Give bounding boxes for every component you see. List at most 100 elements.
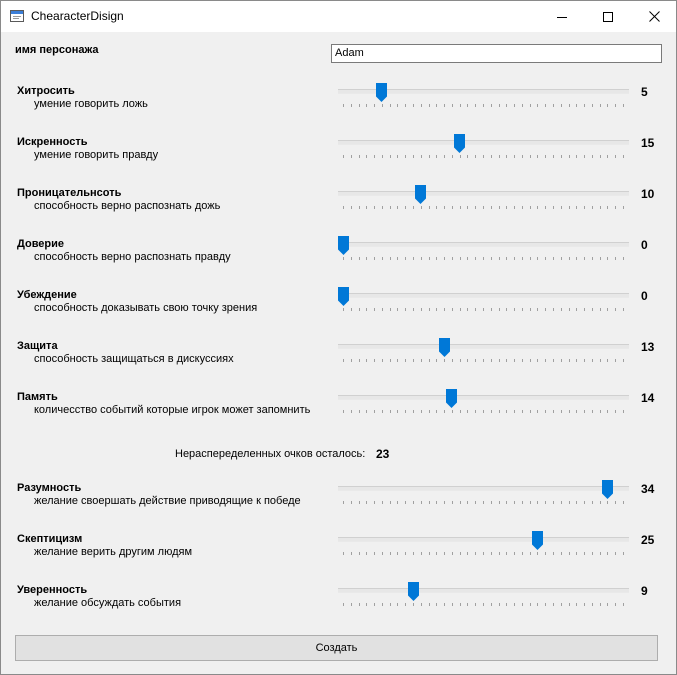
tick-mark	[490, 104, 492, 107]
slider-description: желание обсуждать события	[34, 597, 182, 609]
trackbar-hitrost[interactable]	[338, 79, 629, 109]
tick-mark	[599, 603, 601, 606]
tick-mark	[436, 206, 438, 209]
trackbar-pamyat[interactable]	[338, 385, 629, 415]
trackbar-thumb[interactable]	[446, 389, 458, 408]
tick-mark	[444, 308, 446, 311]
tick-mark	[389, 552, 391, 555]
tick-mark	[358, 308, 360, 311]
tick-mark	[475, 552, 477, 555]
close-button[interactable]	[631, 1, 677, 32]
tick-mark	[490, 308, 492, 311]
tick-mark	[475, 257, 477, 260]
tick-mark	[607, 206, 609, 209]
trackbar-thumb[interactable]	[415, 185, 427, 204]
tick-mark	[436, 257, 438, 260]
trackbar-thumb[interactable]	[454, 134, 466, 153]
trackbar-track	[338, 344, 629, 349]
tick-mark	[483, 155, 484, 158]
trackbar-thumb[interactable]	[601, 480, 613, 499]
tick-mark	[366, 552, 368, 555]
tick-mark	[623, 603, 624, 606]
tick-mark	[521, 104, 523, 107]
slider-title: Убеждение	[17, 289, 77, 301]
tick-mark	[444, 359, 446, 362]
trackbar-zaschita[interactable]	[338, 334, 629, 364]
tick-mark	[498, 410, 500, 413]
tick-mark	[420, 410, 422, 413]
tick-mark	[506, 308, 508, 311]
create-button[interactable]: Создать	[15, 635, 658, 661]
trackbar-ticks	[338, 104, 629, 109]
slider-row-zaschita: Защита способность защищаться в дискуссия…	[1, 338, 676, 380]
trackbar-thumb[interactable]	[531, 531, 543, 550]
tick-mark	[444, 206, 446, 209]
slider-row-pronicatelnost: Проницательнсоть способность верно распоз…	[1, 185, 676, 227]
minimize-button[interactable]	[539, 1, 585, 32]
trackbar-thumb[interactable]	[438, 338, 450, 357]
slider-description: способность доказывать свою точку зрения	[34, 302, 258, 314]
maximize-button[interactable]	[585, 1, 631, 32]
tick-mark	[498, 308, 500, 311]
trackbar-thumb[interactable]	[337, 236, 349, 255]
tick-mark	[490, 359, 492, 362]
tick-mark	[490, 552, 492, 555]
tick-mark	[553, 603, 554, 606]
trackbar-doverie[interactable]	[337, 232, 629, 262]
tick-mark	[529, 308, 531, 311]
tick-mark	[537, 308, 539, 311]
tick-mark	[397, 257, 399, 260]
tick-mark	[358, 104, 360, 107]
tick-mark	[405, 104, 407, 107]
tick-mark	[420, 155, 422, 158]
tick-mark	[374, 552, 376, 555]
title-bar[interactable]: ChearacterDisign	[1, 1, 676, 32]
tick-mark	[545, 359, 547, 362]
trackbar-ticks	[338, 206, 629, 211]
trackbar-iskrennost[interactable]	[338, 130, 629, 160]
tick-mark	[366, 308, 368, 311]
tick-mark	[350, 501, 352, 504]
tick-mark	[436, 603, 438, 606]
tick-mark	[506, 603, 508, 606]
tick-mark	[436, 410, 438, 413]
tick-mark	[607, 501, 609, 504]
remaining-points-value: 23	[376, 447, 390, 461]
tick-mark	[343, 410, 344, 413]
trackbar-ubezhdenie[interactable]	[337, 283, 629, 313]
tick-mark	[413, 552, 414, 555]
tick-mark	[483, 552, 484, 555]
tick-mark	[576, 501, 578, 504]
trackbar-thumb[interactable]	[376, 83, 388, 102]
character-name-input[interactable]: Adam	[331, 44, 662, 63]
tick-mark	[389, 410, 391, 413]
tick-mark	[576, 206, 578, 209]
trackbar-uverennost[interactable]	[338, 578, 629, 608]
tick-mark	[568, 206, 570, 209]
tick-mark	[607, 552, 609, 555]
trackbar-razumnost[interactable]	[338, 476, 629, 506]
tick-mark	[381, 155, 383, 158]
slider-value: 14	[641, 391, 655, 405]
trackbar-skepticizm[interactable]	[338, 527, 629, 557]
slider-value: 5	[641, 85, 648, 99]
trackbar-thumb[interactable]	[337, 287, 349, 306]
slider-row-doverie: Доверие способность верно распознать прав…	[1, 236, 676, 278]
tick-mark	[374, 257, 376, 260]
tick-mark	[405, 308, 407, 311]
tick-mark	[591, 206, 593, 209]
trackbar-thumb[interactable]	[407, 582, 419, 601]
slider-description: способность верно распознать дожь	[34, 200, 221, 212]
tick-mark	[623, 104, 624, 107]
tick-mark	[615, 308, 617, 311]
tick-mark	[436, 104, 438, 107]
tick-mark	[483, 501, 484, 504]
tick-mark	[420, 206, 422, 209]
tick-mark	[366, 155, 368, 158]
tick-mark	[514, 155, 516, 158]
tick-mark	[506, 359, 508, 362]
tick-mark	[607, 104, 609, 107]
trackbar-pronicatelnost[interactable]	[338, 181, 629, 211]
tick-mark	[568, 410, 570, 413]
tick-mark	[451, 359, 453, 362]
